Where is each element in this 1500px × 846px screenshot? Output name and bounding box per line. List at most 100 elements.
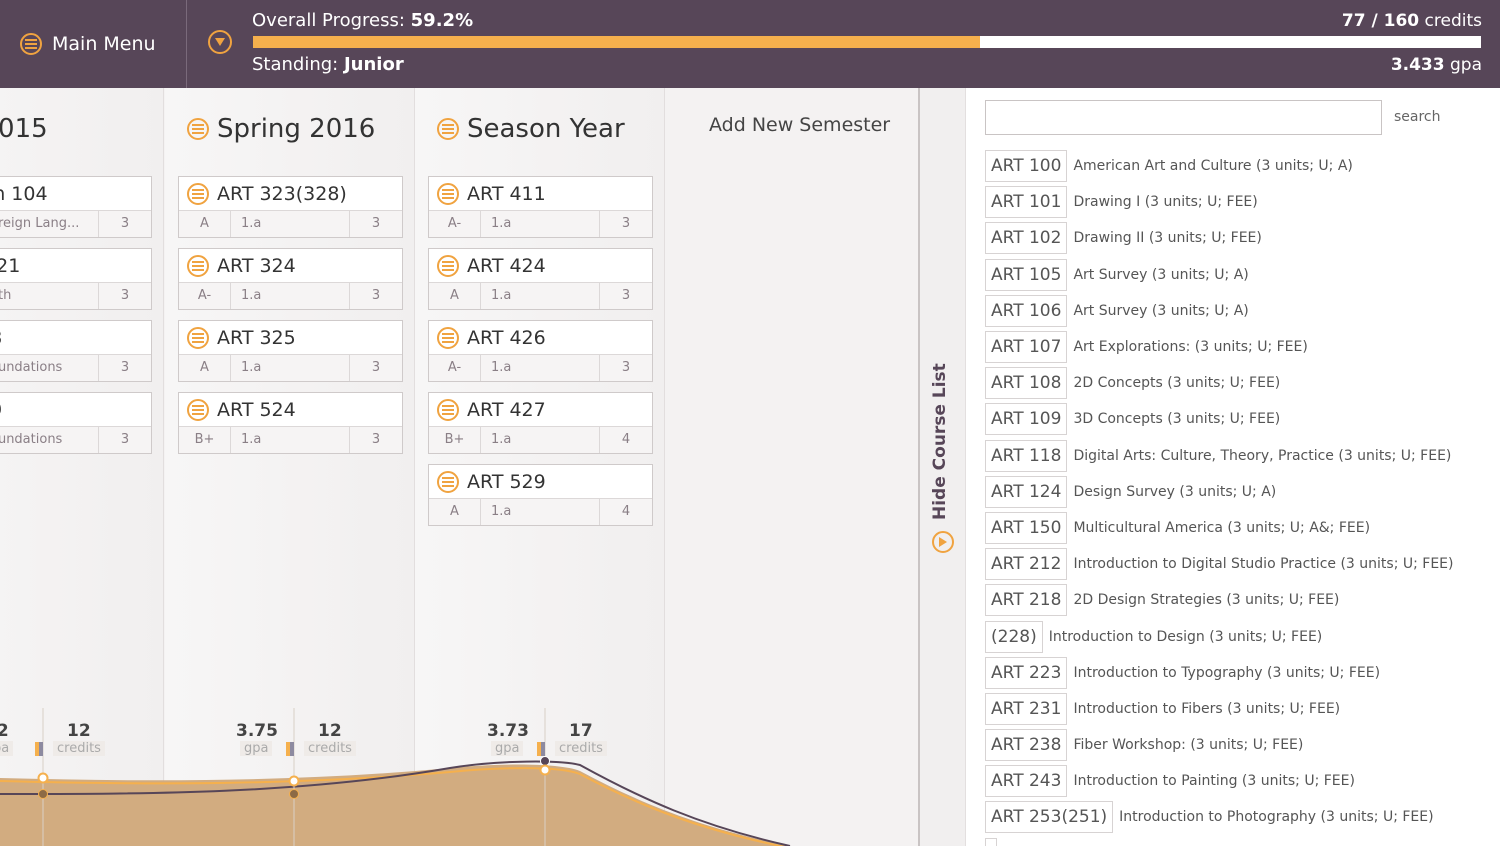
catalog-course-code[interactable]: ART 105 [985, 258, 1068, 291]
course-grade[interactable]: B+ [179, 427, 231, 453]
catalog-course-code[interactable]: ART 218 [985, 584, 1068, 617]
course-menu-icon[interactable] [187, 182, 209, 205]
course-credits: 3 [371, 360, 381, 375]
catalog-course-code[interactable]: ART 223 [985, 656, 1068, 689]
catalog-item[interactable]: ART 118 Digital Arts: Culture, Theory, Pr… [985, 438, 1495, 474]
catalog-course-code[interactable]: ART 106 [985, 294, 1068, 327]
course-credits: 3 [120, 216, 130, 231]
add-new-semester-button[interactable]: Add New Semester [709, 114, 890, 136]
catalog-item[interactable]: ART 108 2D Concepts (3 units; U; FEE) [985, 365, 1495, 401]
course-menu-icon[interactable] [187, 326, 209, 349]
course-code: ART 323(328) [217, 182, 347, 205]
catalog-course-code[interactable]: ART 107 [985, 331, 1068, 364]
catalog-item[interactable]: ART 223 Introduction to Typography (3 uni… [985, 655, 1495, 691]
catalog-item[interactable]: ART 150 Multicultural America (3 units; U… [985, 510, 1495, 546]
course-card[interactable]: ART 529 A 1.a 4 [428, 464, 653, 526]
semester-title[interactable]: Season Year [437, 114, 625, 144]
catalog-item[interactable]: ART 212 Introduction to Digital Studio Pr… [985, 546, 1495, 582]
course-grade[interactable]: B+ [429, 427, 481, 453]
catalog-item[interactable]: ART 102 Drawing II (3 units; U; FEE) [985, 220, 1495, 256]
course-requirement: 1.a [231, 355, 350, 381]
catalog-course-code[interactable]: ART 100 [985, 150, 1068, 183]
catalog-item[interactable]: ART 109 3D Concepts (3 units; U; FEE) [985, 401, 1495, 437]
course-code: ART 426 [467, 326, 546, 349]
course-menu-icon[interactable] [437, 254, 459, 277]
semester-credits: 17 [569, 721, 593, 741]
course-grade[interactable]: A- [429, 211, 481, 237]
catalog-course-code[interactable]: ART 212 [985, 548, 1068, 581]
course-requirement: oundations [0, 427, 99, 453]
semester-title[interactable]: Spring 2016 [187, 114, 375, 144]
course-search-input[interactable] [985, 100, 1382, 135]
semester-gpa: 92 [0, 721, 9, 741]
catalog-course-code[interactable] [985, 837, 997, 846]
course-menu-icon[interactable] [437, 182, 459, 205]
semester-title-text: Spring 2016 [217, 114, 376, 144]
course-menu-icon[interactable] [437, 398, 459, 421]
catalog-course-code[interactable]: ART 109 [985, 403, 1068, 436]
catalog-course-code[interactable]: ART 124 [985, 475, 1068, 508]
catalog-course-code[interactable]: ART 118 [985, 439, 1068, 472]
gpa-point [539, 764, 551, 776]
catalog-course-code[interactable]: ART 108 [985, 367, 1068, 400]
course-card[interactable]: 118 oundations 3 [0, 320, 152, 382]
catalog-item[interactable]: ART 101 Drawing I (3 units; U; FEE) [985, 184, 1495, 220]
semester-credits: 12 [318, 721, 342, 741]
catalog-course-code[interactable]: ART 231 [985, 692, 1068, 725]
course-menu-icon[interactable] [437, 470, 459, 493]
course-grade[interactable]: A- [179, 283, 231, 309]
catalog-course-code[interactable]: ART 253(251) [985, 801, 1114, 834]
catalog-course-code[interactable]: ART 238 [985, 729, 1068, 762]
course-menu-icon[interactable] [187, 398, 209, 421]
catalog-course-code[interactable]: ART 102 [985, 222, 1068, 255]
catalog-course-desc: Introduction to Painting (3 units; U; FE… [1073, 773, 1355, 790]
gpa-trend-chart [0, 708, 791, 846]
catalog-course-code[interactable]: ART 101 [985, 186, 1068, 219]
catalog-course-code[interactable]: ART 150 [985, 511, 1068, 544]
course-card[interactable]: ART 324 A- 1.a 3 [178, 248, 403, 310]
course-grade[interactable]: A- [429, 355, 481, 381]
catalog-item[interactable]: ART 106 Art Survey (3 units; U; A) [985, 293, 1495, 329]
semester-title[interactable]: l 2015 [0, 114, 48, 144]
hide-course-list-tab[interactable]: Hide Course List [920, 88, 966, 846]
course-card[interactable]: ART 411 A- 1.a 3 [428, 176, 653, 238]
catalog-item[interactable]: ART 218 2D Design Strategies (3 units; U;… [985, 582, 1495, 618]
course-card[interactable]: ART 323(328) A 1.a 3 [178, 176, 403, 238]
catalog-item[interactable]: ART 253(251) Introduction to Photography … [985, 799, 1495, 835]
course-card[interactable]: 109 oundations 3 [0, 392, 152, 454]
course-card[interactable]: ART 325 A 1.a 3 [178, 320, 403, 382]
course-card[interactable]: ART 427 B+ 1.a 4 [428, 392, 653, 454]
course-menu-icon[interactable] [437, 326, 459, 349]
catalog-item[interactable]: ART 105 Art Survey (3 units; U; A) [985, 257, 1495, 293]
catalog-item[interactable] [985, 836, 1495, 846]
collapse-toggle-icon[interactable] [208, 30, 232, 54]
catalog-item[interactable]: ART 100 American Art and Culture (3 units… [985, 148, 1495, 184]
course-menu-icon[interactable] [187, 254, 209, 277]
semester-stat-marker [35, 742, 43, 756]
course-card[interactable]: h 221 ath 3 [0, 248, 152, 310]
catalog-course-code[interactable]: (228) [985, 620, 1043, 653]
course-grade[interactable]: A [179, 355, 231, 381]
catalog-item[interactable]: (228) Introduction to Design (3 units; U;… [985, 618, 1495, 654]
hide-course-list-label: Hide Course List [930, 363, 950, 520]
semester-menu-icon[interactable] [437, 118, 459, 140]
catalog-item[interactable]: ART 243 Introduction to Painting (3 units… [985, 763, 1495, 799]
catalog-item[interactable]: ART 231 Introduction to Fibers (3 units; … [985, 691, 1495, 727]
course-code: ART 524 [217, 398, 296, 421]
course-grade[interactable]: A [429, 283, 481, 309]
course-card[interactable]: nish 104 oreign Lang... 3 [0, 176, 152, 238]
semester-menu-icon[interactable] [187, 118, 209, 140]
catalog-course-code[interactable]: ART 243 [985, 765, 1068, 798]
search-button[interactable]: search [1394, 109, 1441, 125]
course-grade[interactable]: A [179, 211, 231, 237]
catalog-item[interactable]: ART 238 Fiber Workshop: (3 units; U; FEE) [985, 727, 1495, 763]
main-menu-button[interactable]: Main Menu [0, 0, 187, 88]
course-card[interactable]: ART 424 A 1.a 3 [428, 248, 653, 310]
catalog-item[interactable]: ART 107 Art Explorations: (3 units; U; FE… [985, 329, 1495, 365]
course-card[interactable]: ART 524 B+ 1.a 3 [178, 392, 403, 454]
course-grade[interactable]: A [429, 499, 481, 525]
catalog-course-desc: Introduction to Digital Studio Practice … [1073, 556, 1454, 573]
catalog-item[interactable]: ART 124 Design Survey (3 units; U; A) [985, 474, 1495, 510]
progress-bar-fill [253, 36, 980, 48]
course-card[interactable]: ART 426 A- 1.a 3 [428, 320, 653, 382]
